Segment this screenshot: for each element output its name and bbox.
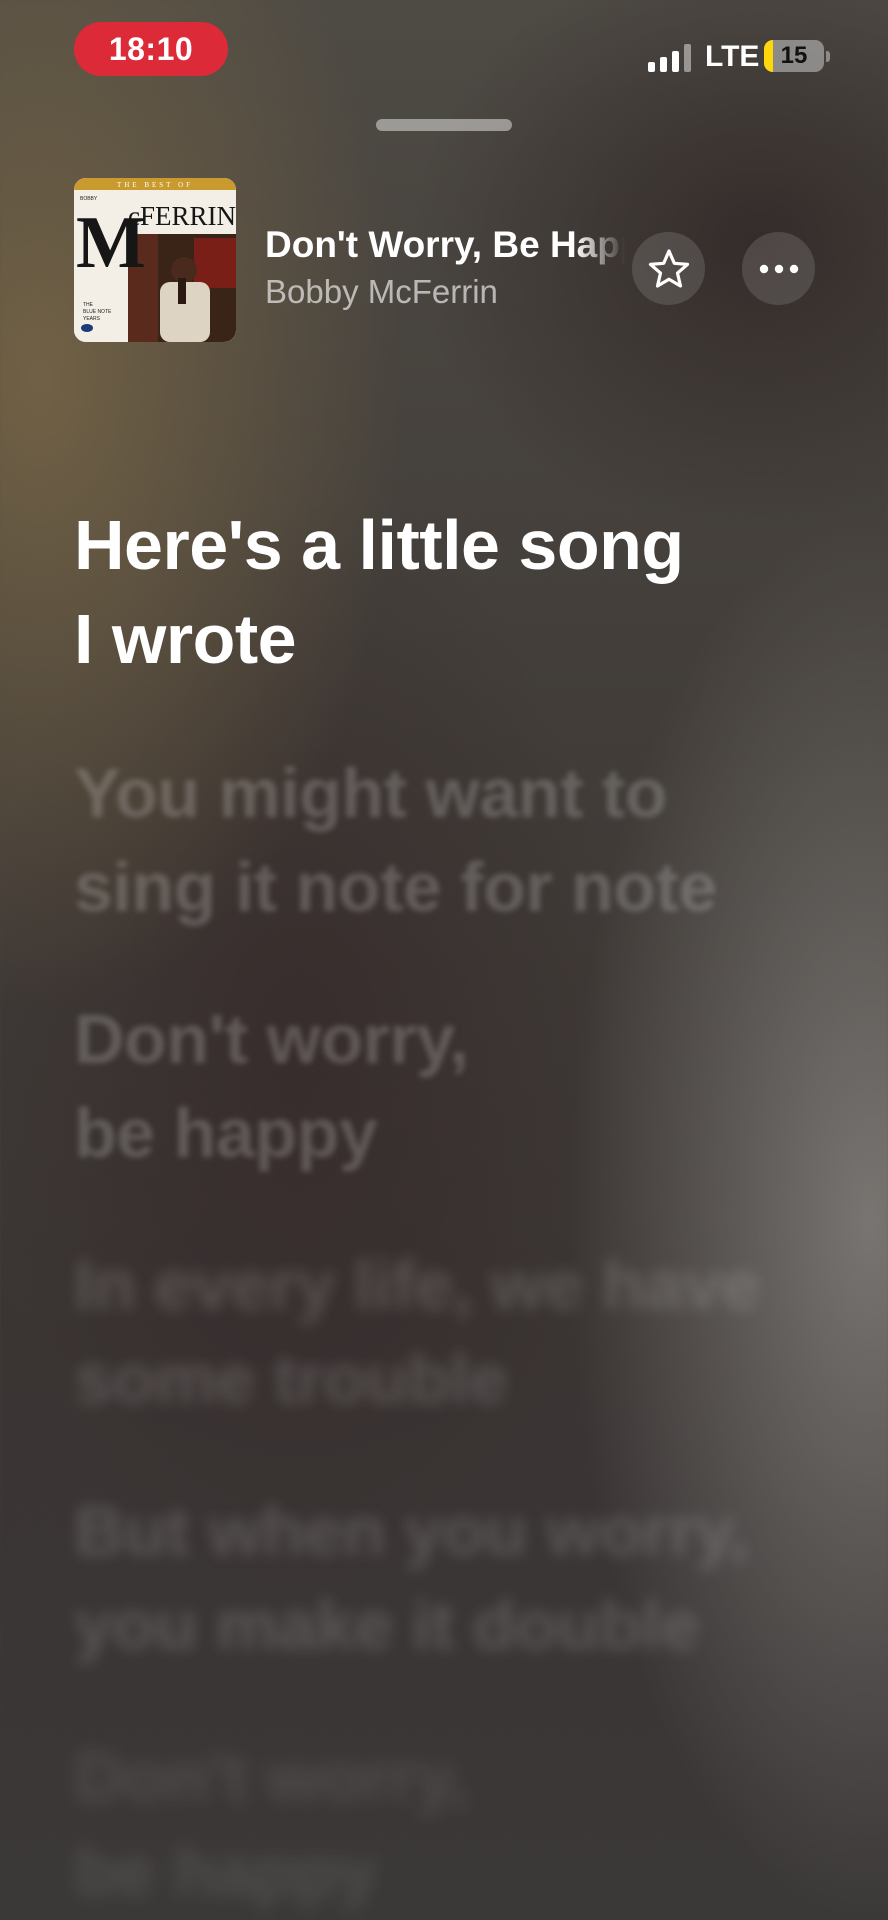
favorite-button[interactable] — [632, 232, 705, 305]
lyric-line[interactable]: Don't worry, be happy — [74, 1730, 814, 1918]
album-artwork[interactable]: THE BEST OF BOBBY M cFERRIN THE BLUE NOT… — [74, 178, 236, 342]
lyric-text: Don't worry, — [74, 1000, 469, 1078]
battery-nub — [826, 51, 830, 62]
lyric-text: Don't worry, — [74, 1738, 469, 1816]
album-top-text: THE BEST OF — [117, 181, 193, 189]
song-artist[interactable]: Bobby McFerrin — [265, 273, 498, 311]
status-bar: 18:10 LTE 15 — [0, 0, 888, 100]
status-time[interactable]: 18:10 — [74, 22, 228, 76]
lyric-text: But when you worry, — [74, 1492, 748, 1570]
star-icon — [648, 248, 689, 288]
lyric-line[interactable]: But when you worry, you make it double — [74, 1484, 814, 1672]
lyric-text: be happy — [74, 1832, 378, 1910]
sheet-grabber[interactable] — [376, 119, 512, 131]
song-title[interactable]: Don't Worry, Be Happy — [265, 224, 625, 266]
lyric-text: you make it double — [74, 1586, 700, 1664]
lyric-line[interactable]: Don't worry, be happy — [74, 992, 814, 1180]
more-options-button[interactable] — [742, 232, 815, 305]
lyric-line[interactable]: You might want to sing it note for note — [74, 746, 814, 934]
album-series-3: YEARS — [83, 316, 101, 322]
lyric-line-active[interactable]: Here's a little song I wrote — [74, 498, 814, 686]
album-cover-image: THE BEST OF BOBBY M cFERRIN THE BLUE NOT… — [74, 178, 236, 342]
network-type: LTE — [705, 40, 760, 73]
lyric-text: You might want to — [74, 754, 667, 832]
ellipsis-icon — [759, 264, 798, 273]
album-name-rest: cFERRIN — [128, 201, 236, 231]
album-series-1: THE — [83, 302, 94, 308]
battery-icon: 15 — [764, 40, 824, 72]
lyric-text: sing it note for note — [74, 848, 717, 926]
lyrics-view[interactable]: Here's a little song I wrote You might w… — [74, 498, 814, 1920]
lyric-line[interactable]: In every life, we have some trouble — [74, 1238, 814, 1426]
lyric-text: I wrote — [74, 600, 297, 678]
cellular-signal-icon — [648, 44, 691, 72]
lyric-text: some trouble — [74, 1340, 508, 1418]
lyric-text: In every life, we have — [74, 1246, 760, 1324]
battery-level: 15 — [780, 42, 808, 69]
lyric-text: Here's a little song — [74, 506, 684, 584]
album-series-2: BLUE NOTE — [83, 309, 112, 315]
lyric-text: be happy — [74, 1094, 378, 1172]
